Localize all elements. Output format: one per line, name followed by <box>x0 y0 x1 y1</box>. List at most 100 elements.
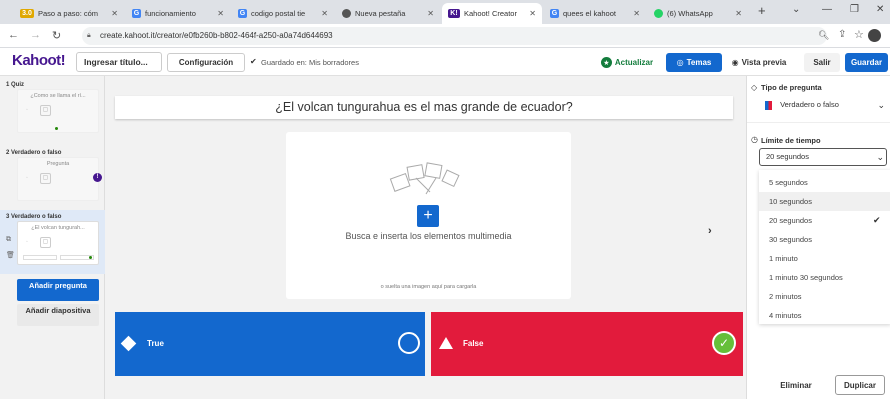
browser-tab[interactable]: 3.0 Paso a paso: cóm ✕ <box>14 3 124 24</box>
time-option[interactable]: 4 minutos <box>759 306 890 325</box>
time-limit-select[interactable]: 20 segundos ⌄ <box>759 148 887 166</box>
time-option[interactable]: 1 minuto <box>759 249 890 268</box>
checkmark-icon: ✔ <box>873 215 881 225</box>
star-icon[interactable]: ☆ <box>854 28 864 41</box>
close-window-icon[interactable]: ✕ <box>876 4 884 15</box>
slide-preview: ¿El volcan tungurah... <box>31 225 85 231</box>
close-icon[interactable]: ✕ <box>735 9 742 18</box>
chevron-down-icon[interactable]: ⌄ <box>792 4 800 15</box>
slide-thumbnail[interactable]: ¿Como se llama el rí... ▢ ◦ <box>17 89 99 133</box>
slide-thumbnail[interactable]: ¿El volcan tungurah... ▢ ◦ <box>17 221 99 265</box>
image-icon: ▢ <box>40 237 51 248</box>
diamond-icon <box>120 335 137 352</box>
exit-button[interactable]: Salir <box>804 53 840 72</box>
browser-tab-strip: 3.0 Paso a paso: cóm ✕ G funcionamiento … <box>0 0 890 24</box>
time-option[interactable]: 5 segundos <box>759 173 890 192</box>
share-icon[interactable]: ⇪ <box>838 29 846 40</box>
correct-toggle[interactable] <box>398 332 420 354</box>
chevron-right-icon[interactable]: › <box>708 225 712 237</box>
timer-icon: ◦ <box>26 175 28 181</box>
kahoot-logo[interactable]: Kahoot! <box>12 52 66 69</box>
close-icon[interactable]: ✕ <box>427 9 434 18</box>
close-icon[interactable]: ✕ <box>111 9 118 18</box>
time-limit-value: 20 segundos <box>766 152 809 161</box>
forward-icon[interactable]: → <box>30 29 41 41</box>
slide-label: 3 Verdadero o falso <box>6 214 62 220</box>
triangle-icon <box>439 337 453 349</box>
question-editor: ¿El volcan tungurahua es el mas grande d… <box>105 76 746 399</box>
check-icon: ✔ <box>250 57 257 66</box>
warning-icon[interactable]: ! <box>93 173 102 182</box>
close-icon[interactable]: ✕ <box>321 9 328 18</box>
media-upload-area[interactable]: + Busca e inserta los elementos multimed… <box>286 132 571 299</box>
slide-thumbnail[interactable]: Pregunta ▢ ◦ <box>17 157 99 201</box>
eye-icon: ◉ <box>731 58 739 67</box>
slide-item-selected[interactable]: 3 Verdadero o falso ⧉ 🗑︎ ¿El volcan tung… <box>0 210 105 274</box>
add-media-button[interactable]: + <box>417 205 439 227</box>
divider <box>747 122 890 123</box>
answer-dot <box>89 256 92 259</box>
maximize-icon[interactable]: ❐ <box>850 4 859 15</box>
delete-button[interactable]: Eliminar <box>773 375 819 395</box>
reload-icon[interactable]: ↻ <box>52 29 61 42</box>
add-question-button[interactable]: Añadir pregunta <box>17 279 99 301</box>
question-type-select[interactable]: Verdadero o falso ⌄ <box>759 97 887 115</box>
media-hint: Busca e inserta los elementos multimedia <box>345 231 512 241</box>
title-input[interactable]: Ingresar título... <box>76 52 162 72</box>
google-icon: G <box>550 9 559 18</box>
time-option[interactable]: 30 segundos <box>759 230 890 249</box>
update-button[interactable]: ★ Actualizar <box>593 53 661 72</box>
zoom-icon[interactable]: 🔍︎ <box>818 30 829 41</box>
chrome-icon <box>342 9 351 18</box>
browser-tab[interactable]: G codigo postal tie ✕ <box>232 3 334 24</box>
minimize-icon[interactable]: — <box>822 4 832 15</box>
time-option[interactable]: 1 minuto 30 segundos <box>759 268 890 287</box>
slide-label: 1 Quiz <box>6 82 25 88</box>
add-slide-button[interactable]: Añadir diapositiva <box>17 304 99 326</box>
time-option[interactable]: 10 segundos <box>759 192 890 211</box>
new-tab-icon[interactable]: + <box>758 3 766 18</box>
browser-tab[interactable]: G funcionamiento ✕ <box>126 3 230 24</box>
chevron-down-icon: ⌄ <box>876 152 884 162</box>
avatar[interactable] <box>868 29 881 42</box>
answer-true[interactable]: True <box>115 312 425 376</box>
tab-label: Nueva pestaña <box>355 9 406 18</box>
back-icon[interactable]: ← <box>8 29 19 41</box>
timer-icon: ◦ <box>26 239 28 245</box>
slides-sidebar: 1 Quiz ¿Como se llama el rí... ▢ ◦ 2 Ver… <box>0 76 105 399</box>
time-option-selected[interactable]: 20 segundos <box>759 211 890 230</box>
time-option[interactable]: 2 minutos <box>759 287 890 306</box>
timer-icon: ◦ <box>26 107 28 113</box>
slide-item[interactable]: 2 Verdadero o falso Pregunta ▢ ◦ ! <box>0 146 105 210</box>
question-type-label: Tipo de pregunta <box>761 83 822 92</box>
tab-label: quees el kahoot <box>563 9 616 18</box>
url-field[interactable]: 🔒︎ create.kahoot.it/creator/e0fb260b-b80… <box>82 27 827 45</box>
palette-icon: ◎ <box>676 58 684 67</box>
close-icon[interactable]: ✕ <box>633 9 640 18</box>
correct-check-icon[interactable]: ✓ <box>712 331 736 355</box>
browser-tab[interactable]: G quees el kahoot ✕ <box>544 3 646 24</box>
saved-status: Guardado en: Mis borradores <box>261 58 359 67</box>
browser-tab[interactable]: Nueva pestaña ✕ <box>336 3 440 24</box>
time-limit-dropdown: 5 segundos 10 segundos 20 segundos ✔ 30 … <box>759 170 890 324</box>
settings-button[interactable]: Configuración <box>167 53 245 72</box>
delete-icon[interactable]: 🗑︎ <box>6 251 15 259</box>
answer-false[interactable]: False ✓ <box>431 312 743 376</box>
browser-tab-active[interactable]: K! Kahoot! Creator ✕ <box>442 3 542 24</box>
themes-label: Temas <box>686 58 712 67</box>
save-button[interactable]: Guardar <box>845 53 888 72</box>
question-title-input[interactable]: ¿El volcan tungurahua es el mas grande d… <box>115 96 733 119</box>
google-icon: G <box>238 9 247 18</box>
close-icon[interactable]: ✕ <box>217 9 224 18</box>
duplicate-button[interactable]: Duplicar <box>835 375 885 395</box>
themes-button[interactable]: ◎ Temas <box>666 53 722 72</box>
slide-item[interactable]: 1 Quiz ¿Como se llama el rí... ▢ ◦ <box>0 76 105 146</box>
drop-hint: o suelta una imagen aquí para cargarla <box>380 284 477 290</box>
answer-label: True <box>147 339 164 348</box>
kahoot-icon: K! <box>448 9 460 18</box>
preview-button[interactable]: ◉ Vista previa <box>726 53 792 72</box>
browser-tab[interactable]: (6) WhatsApp ✕ <box>648 3 748 24</box>
close-icon[interactable]: ✕ <box>529 9 536 18</box>
duplicate-icon[interactable]: ⧉ <box>6 236 11 244</box>
image-icon: ▢ <box>40 173 51 184</box>
